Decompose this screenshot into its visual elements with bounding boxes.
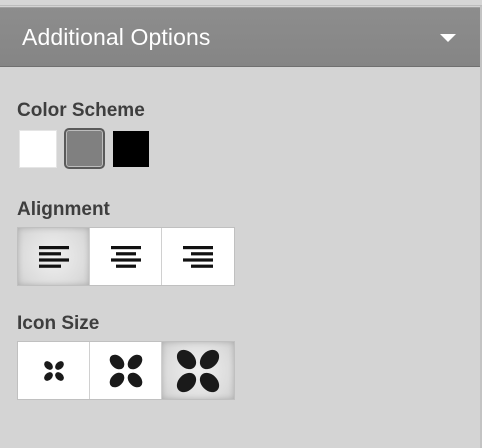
caret-down-icon[interactable] [440, 34, 456, 42]
additional-options-header[interactable]: Additional Options [0, 7, 480, 67]
icon-size-medium-button[interactable] [90, 342, 162, 399]
align-center-icon [110, 245, 141, 268]
color-swatch-black[interactable] [113, 131, 149, 167]
large-size-icon [176, 349, 220, 392]
align-left-button[interactable] [18, 228, 90, 285]
icon-size-large-button[interactable] [162, 342, 234, 399]
alignment-segmented-control [17, 227, 235, 286]
align-left-icon [38, 245, 69, 268]
align-right-button[interactable] [162, 228, 234, 285]
align-right-icon [183, 245, 213, 268]
alignment-label: Alignment [17, 199, 110, 220]
medium-size-icon [109, 354, 142, 387]
top-strip [0, 0, 482, 6]
icon-size-segmented-control [17, 341, 235, 400]
icon-size-small-button[interactable] [18, 342, 90, 399]
additional-options-panel: Additional Options Color Scheme Alignmen… [0, 0, 482, 448]
icon-size-label: Icon Size [17, 313, 100, 334]
header-title: Additional Options [22, 23, 211, 50]
color-scheme-swatches [19, 128, 157, 169]
color-swatch-gray[interactable] [64, 128, 105, 169]
color-scheme-label: Color Scheme [17, 100, 145, 121]
color-swatch-white[interactable] [19, 130, 57, 168]
small-size-icon [43, 360, 64, 381]
align-center-button[interactable] [90, 228, 162, 285]
